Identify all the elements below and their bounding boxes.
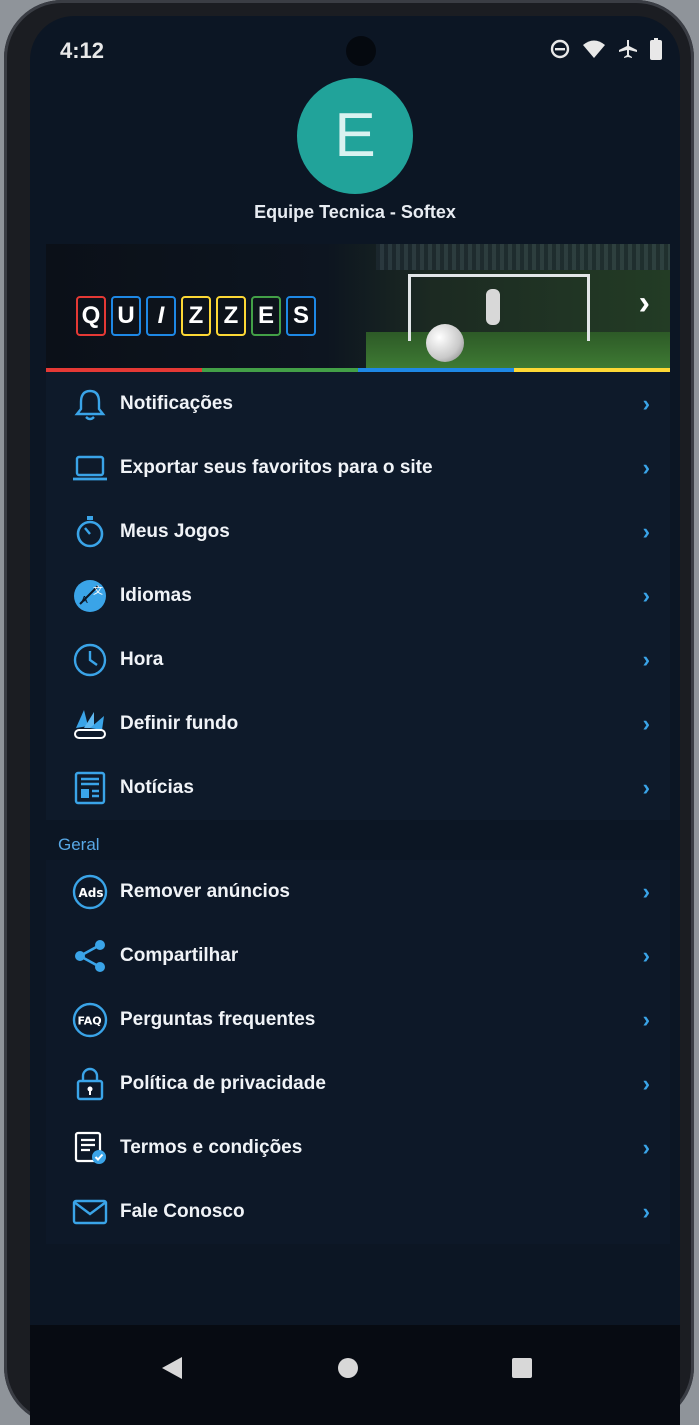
quizzes-letter: S: [286, 296, 316, 336]
banner-crowd: [376, 244, 670, 270]
menu-item-hora[interactable]: Hora ›: [46, 628, 670, 692]
menu-item-exportar-seus-favoritos-para-o-site[interactable]: Exportar seus favoritos para o site ›: [46, 436, 670, 500]
menu-item-termos-e-condicoes[interactable]: Termos e condições ›: [46, 1116, 670, 1180]
chevron-right-icon: ›: [642, 647, 650, 672]
menu-item-label: Política de privacidade: [120, 1073, 326, 1094]
menu-item-label: Definir fundo: [120, 713, 239, 734]
menu-item-label: Compartilhar: [120, 945, 239, 966]
back-icon[interactable]: [160, 1355, 184, 1381]
laptop-icon: [72, 450, 108, 486]
lock-icon: [72, 1066, 108, 1102]
stopwatch-icon: [72, 514, 108, 550]
mail-icon: [72, 1194, 108, 1230]
screen: 4:12 E Equipe Tecnica - Softex QUIZZES ›: [30, 16, 680, 1425]
newspaper-icon: [72, 770, 108, 806]
menu-item-definir-fundo[interactable]: Definir fundo ›: [46, 692, 670, 756]
profile-name: Equipe Tecnica - Softex: [254, 202, 456, 222]
quizzes-letter: U: [111, 296, 141, 336]
quizzes-letter: Z: [216, 296, 246, 336]
menu-item-label: Notificações: [120, 393, 233, 414]
chevron-right-icon: ›: [642, 455, 650, 480]
settings-menu: Notificações › Exportar seus favoritos par…: [46, 372, 670, 1244]
phone-frame: 4:12 E Equipe Tecnica - Softex QUIZZES ›: [4, 0, 694, 1425]
menu-item-remover-anuncios[interactable]: Ads Remover anúncios ›: [46, 860, 670, 924]
menu-item-label: Perguntas frequentes: [120, 1009, 316, 1030]
airplane-icon: [619, 40, 637, 58]
status-bar: 4:12: [30, 16, 680, 86]
menu-item-fale-conosco[interactable]: Fale Conosco ›: [46, 1180, 670, 1244]
menu-general-group: Ads Remover anúncios › Compartilhar › FAQ Perg…: [46, 860, 670, 1244]
clock-icon: [72, 642, 108, 678]
status-icons: [550, 38, 662, 60]
dnd-icon: [550, 39, 570, 59]
menu-item-label: Notícias: [120, 777, 194, 798]
home-icon[interactable]: [336, 1355, 360, 1381]
chevron-right-icon: ›: [642, 1199, 650, 1224]
share-icon: [72, 938, 108, 974]
menu-item-idiomas[interactable]: A 文 Idiomas ›: [46, 564, 670, 628]
menu-item-noticias[interactable]: Notícias ›: [46, 756, 670, 820]
menu-item-label: Hora: [120, 649, 164, 670]
menu-item-notificacoes[interactable]: Notificações ›: [46, 372, 670, 436]
chevron-right-icon: ›: [642, 519, 650, 544]
menu-item-label: Meus Jogos: [120, 521, 230, 542]
chevron-right-icon: ›: [642, 1071, 650, 1096]
battery-icon: [650, 38, 662, 60]
chevron-right-icon: ›: [642, 879, 650, 904]
banner-chevron-right-icon[interactable]: ›: [639, 284, 650, 323]
soccer-ball-icon: [426, 324, 464, 362]
svg-text:Ads: Ads: [79, 886, 104, 900]
menu-item-compartilhar[interactable]: Compartilhar ›: [46, 924, 670, 988]
wifi-icon: [583, 40, 605, 58]
chevron-right-icon: ›: [642, 775, 650, 800]
menu-item-label: Remover anúncios: [120, 881, 290, 902]
banner-goalkeeper: [486, 289, 500, 325]
chevron-right-icon: ›: [642, 1135, 650, 1160]
quizzes-letter: Z: [181, 296, 211, 336]
quizzes-letter: E: [251, 296, 281, 336]
menu-item-label: Termos e condições: [120, 1137, 303, 1158]
chevron-right-icon: ›: [642, 943, 650, 968]
chevron-right-icon: ›: [642, 583, 650, 608]
status-time: 4:12: [60, 38, 105, 63]
quizzes-banner[interactable]: QUIZZES ›: [46, 244, 670, 368]
menu-item-perguntas-frequentes[interactable]: FAQ Perguntas frequentes ›: [46, 988, 670, 1052]
faq-icon: FAQ: [72, 1002, 108, 1038]
ads-icon: Ads: [72, 874, 108, 910]
quizzes-letter: I: [146, 296, 176, 336]
profile-header: E Equipe Tecnica - Softex: [30, 78, 680, 223]
svg-text:A: A: [81, 595, 88, 606]
menu-item-label: Exportar seus favoritos para o site: [120, 457, 433, 478]
recents-icon[interactable]: [510, 1355, 534, 1381]
menu-item-label: Idiomas: [120, 585, 192, 606]
language-icon: A文: [72, 578, 108, 614]
avatar[interactable]: E: [297, 78, 413, 194]
quizzes-letter: Q: [76, 296, 106, 336]
menu-main-group: Notificações › Exportar seus favoritos par…: [46, 372, 670, 820]
camera-cutout: [346, 36, 376, 66]
menu-item-meus-jogos[interactable]: Meus Jogos ›: [46, 500, 670, 564]
menu-item-politica-de-privacidade[interactable]: Política de privacidade ›: [46, 1052, 670, 1116]
svg-text:文: 文: [93, 584, 103, 597]
chevron-right-icon: ›: [642, 1007, 650, 1032]
navigation-bar: [30, 1325, 680, 1425]
chevron-right-icon: ›: [642, 391, 650, 416]
chevron-right-icon: ›: [642, 711, 650, 736]
section-title-general: Geral: [58, 835, 100, 854]
menu-item-label: Fale Conosco: [120, 1201, 245, 1222]
svg-text:FAQ: FAQ: [78, 1015, 102, 1028]
bell-icon: [72, 386, 108, 422]
document-check-icon: [72, 1130, 108, 1166]
quizzes-logo: QUIZZES: [76, 296, 316, 336]
palette-icon: [72, 706, 108, 742]
